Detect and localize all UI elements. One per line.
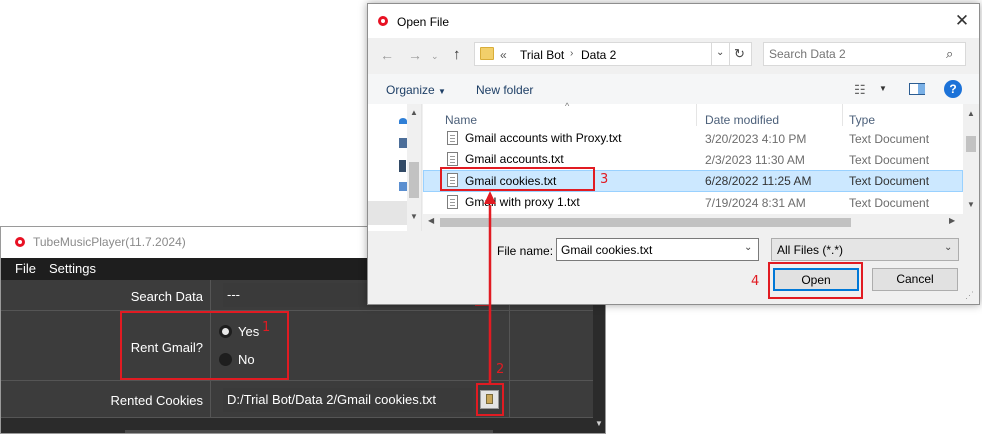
arrow-head bbox=[484, 191, 496, 204]
annotation-arrow bbox=[484, 191, 496, 383]
